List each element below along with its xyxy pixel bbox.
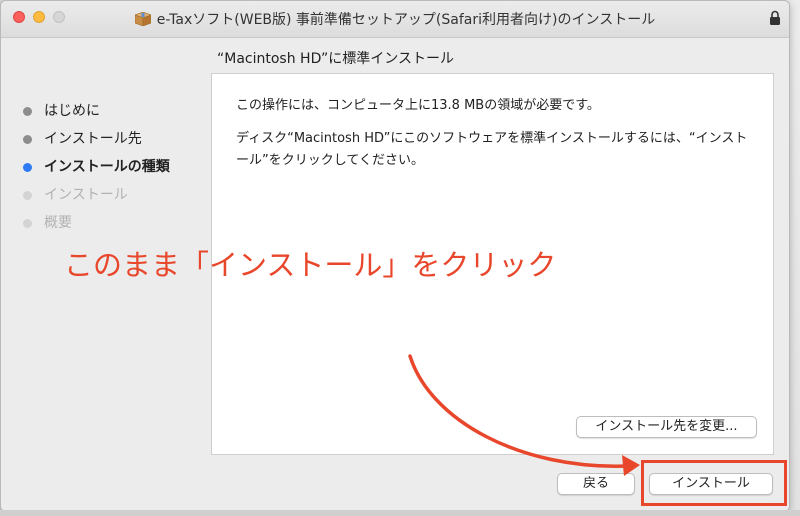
change-install-location-button[interactable]: インストール先を変更... [576, 416, 757, 438]
step-introduction: はじめに [23, 97, 193, 125]
window-title: e-Taxソフト(WEB版) 事前準備セットアップ(Safari利用者向け)のイ… [156, 12, 656, 28]
step-summary: 概要 [23, 209, 193, 237]
step-label: 概要 [44, 215, 72, 231]
package-icon [134, 12, 151, 26]
lock-icon [770, 10, 780, 25]
step-destination: インストール先 [23, 125, 193, 153]
step-dot-active [23, 162, 32, 172]
annotation-callout-text: このまま「インストール」をクリック [64, 248, 557, 282]
step-installation-type: インストールの種類 [23, 153, 193, 181]
step-dot [23, 190, 32, 200]
title-bar: e-Taxソフト(WEB版) 事前準備セットアップ(Safari利用者向け)のイ… [1, 1, 789, 38]
back-button[interactable]: 戻る [557, 473, 635, 495]
page-subtitle: “Macintosh HD”に標準インストール [217, 51, 454, 67]
step-dot [23, 106, 32, 116]
step-dot [23, 218, 32, 228]
step-label: インストール [44, 187, 128, 203]
step-dot [23, 134, 32, 144]
desktop-bottom-strip [0, 510, 800, 516]
annotation-highlight-box [641, 460, 787, 506]
title-wrap: e-Taxソフト(WEB版) 事前準備セットアップ(Safari利用者向け)のイ… [1, 9, 789, 29]
install-instruction-message: ディスク“Macintosh HD”にこのソフトウェアを標準インストールするには… [236, 131, 748, 168]
disk-space-message: この操作には、コンピュータ上に13.8 MBの領域が必要です。 [236, 98, 600, 113]
step-installation: インストール [23, 181, 193, 209]
step-label: はじめに [44, 103, 100, 119]
step-label: インストールの種類 [44, 159, 170, 175]
step-label: インストール先 [44, 131, 142, 147]
steps-sidebar: はじめに インストール先 インストールの種類 インストール 概要 [23, 97, 193, 237]
